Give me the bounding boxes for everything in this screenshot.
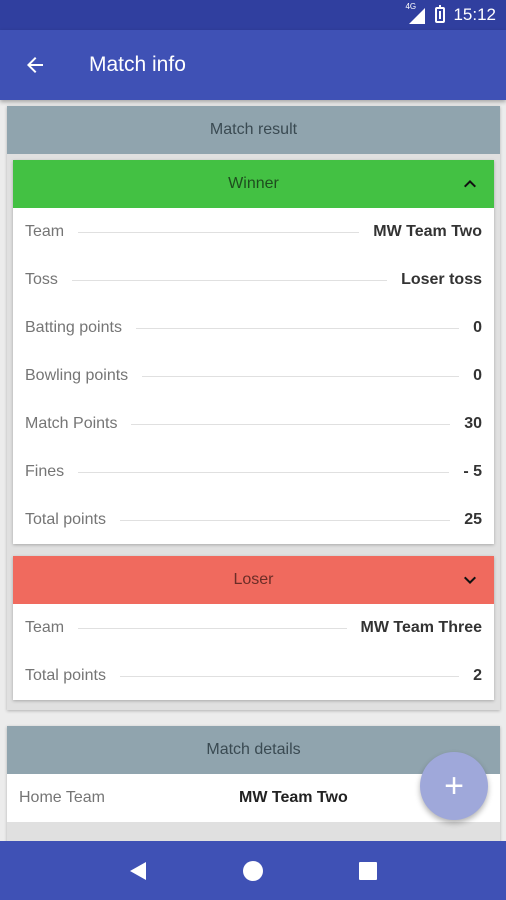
- loser-header[interactable]: Loser: [13, 556, 494, 604]
- match-result-header: Match result: [7, 106, 500, 154]
- winner-row-batting: Batting points 0: [25, 319, 482, 336]
- match-result-card: Match result Winner Team MW Team Two Toss…: [7, 106, 500, 710]
- winner-panel: Winner Team MW Team Two Toss Loser toss Ba…: [13, 160, 494, 544]
- loser-panel: Loser Team MW Team Three Total points 2: [13, 556, 494, 700]
- network-type-label: 4G: [405, 2, 417, 11]
- chevron-down-icon: [464, 576, 476, 584]
- nav-home-icon: [242, 860, 263, 881]
- loser-label: Loser: [233, 571, 274, 588]
- loser-row-total: Total points 2: [25, 667, 482, 684]
- battery-icon: [435, 5, 446, 23]
- back-button[interactable]: [0, 30, 70, 100]
- nav-home-button[interactable]: [233, 851, 273, 891]
- app-bar: Match info: [0, 30, 506, 100]
- chevron-up-icon: [464, 180, 476, 188]
- winner-label: Winner: [228, 175, 279, 192]
- winner-row-fines: Fines - 5: [25, 463, 482, 480]
- nav-back-button[interactable]: [118, 851, 158, 891]
- loser-row-team: Team MW Team Three: [25, 619, 482, 636]
- nav-back-icon: [129, 861, 146, 880]
- status-bar: 4G 15:12: [0, 0, 506, 30]
- winner-row-total: Total points 25: [25, 511, 482, 528]
- page-title: Match info: [89, 53, 186, 76]
- system-nav-bar: [0, 841, 506, 900]
- cell-signal-icon: 4G: [405, 2, 427, 24]
- winner-row-match-points: Match Points 30: [25, 415, 482, 432]
- winner-row-bowling: Bowling points 0: [25, 367, 482, 384]
- winner-row-toss: Toss Loser toss: [25, 271, 482, 288]
- add-fab-button[interactable]: +: [420, 752, 488, 820]
- winner-header[interactable]: Winner: [13, 160, 494, 208]
- arrow-back-icon: [27, 57, 43, 73]
- status-time: 15:12: [453, 5, 496, 24]
- nav-recents-button[interactable]: [348, 851, 388, 891]
- winner-row-team: Team MW Team Two: [25, 223, 482, 240]
- nav-recents-icon: [359, 861, 378, 880]
- content-scroll[interactable]: Match result Winner Team MW Team Two Toss…: [0, 100, 506, 841]
- plus-icon: +: [444, 766, 464, 805]
